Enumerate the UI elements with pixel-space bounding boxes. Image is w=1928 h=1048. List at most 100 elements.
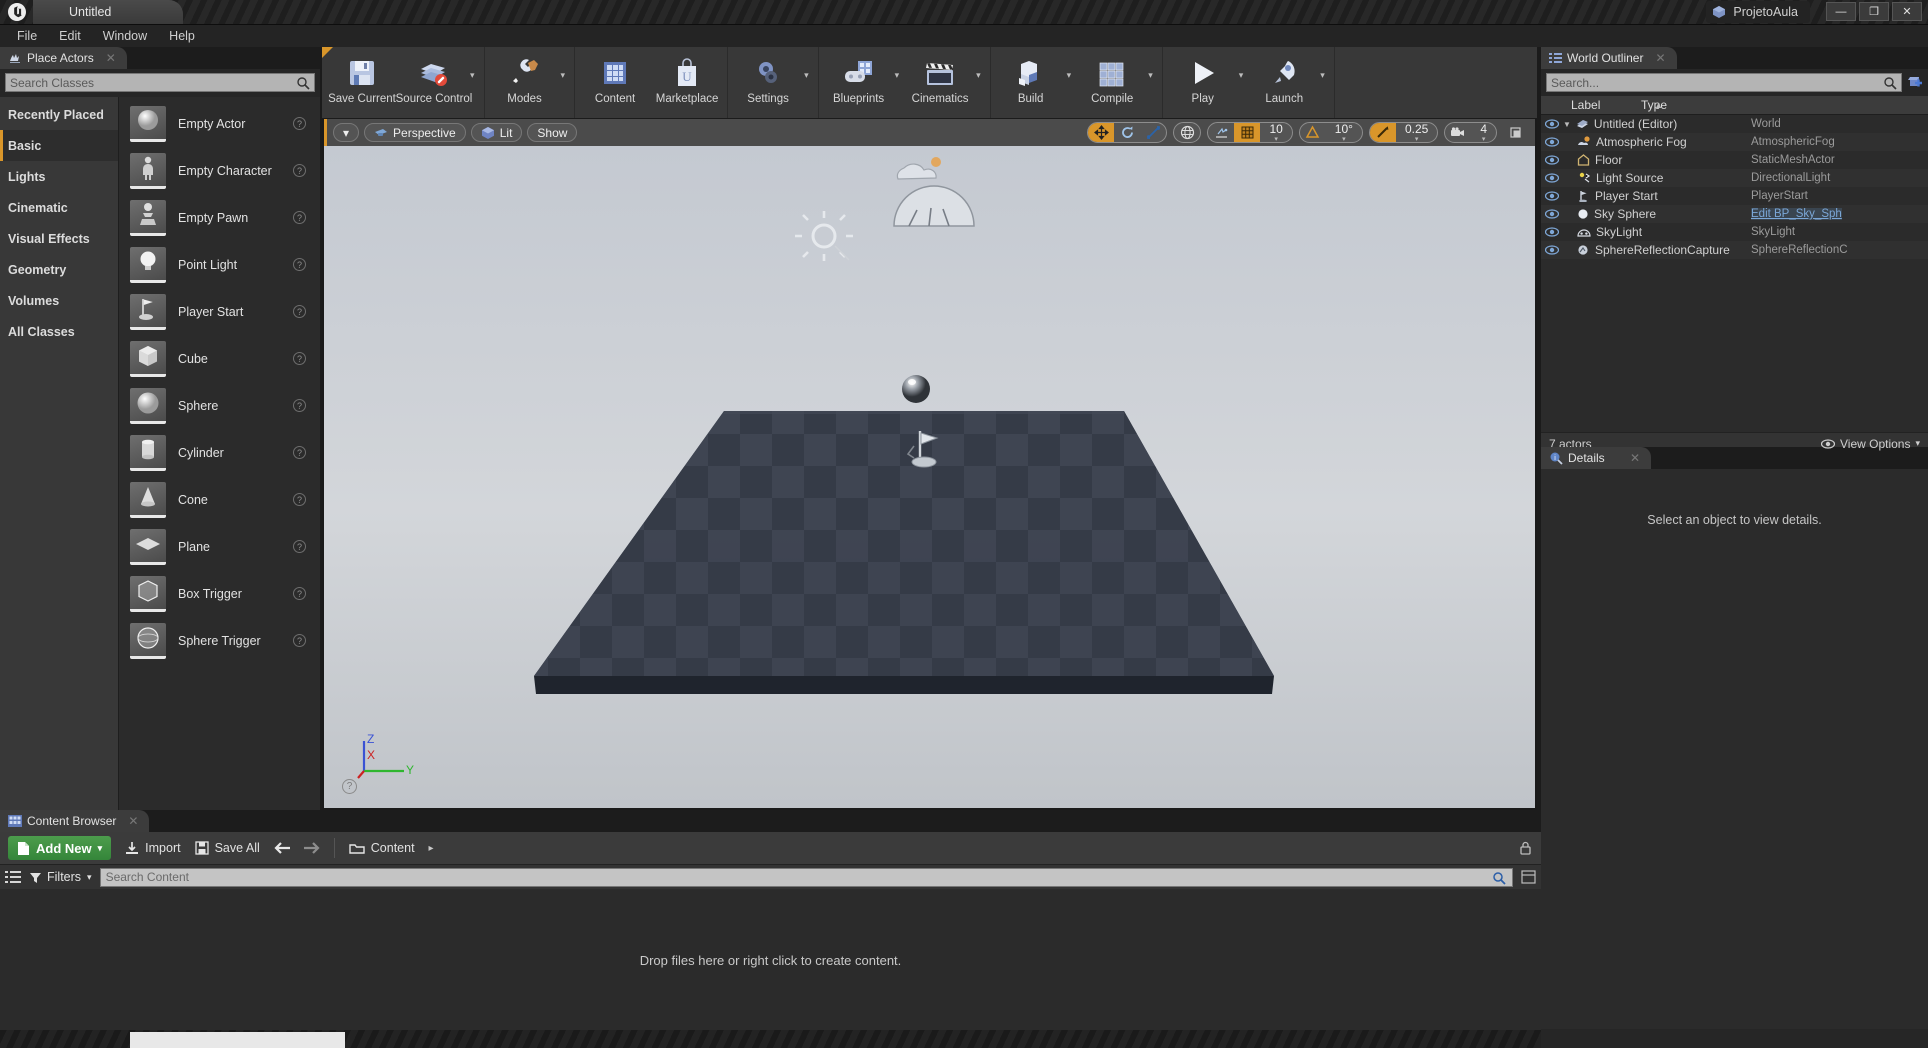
perspective-button[interactable]: Perspective: [364, 123, 466, 142]
lit-button[interactable]: Lit: [470, 123, 523, 142]
list-item[interactable]: Empty Actor ?: [119, 100, 320, 147]
category-volumes[interactable]: Volumes: [0, 285, 118, 316]
settings-button[interactable]: Settings: [732, 47, 804, 118]
eye-icon[interactable]: [1541, 245, 1563, 255]
chevron-right-icon[interactable]: ▸: [429, 843, 434, 854]
menu-edit[interactable]: Edit: [48, 27, 92, 45]
scale-icon[interactable]: [1140, 123, 1166, 142]
launch-caret-icon[interactable]: ▾: [1320, 47, 1330, 118]
content-button[interactable]: Content: [579, 47, 651, 118]
category-recently-placed[interactable]: Recently Placed: [0, 99, 118, 130]
modes-button[interactable]: Modes: [489, 47, 561, 118]
table-row[interactable]: ▼ Untitled (Editor) World: [1541, 115, 1928, 133]
view-settings-icon[interactable]: [1521, 870, 1536, 884]
eye-icon[interactable]: [1541, 137, 1563, 147]
viewport-menu-button[interactable]: ▾: [333, 123, 360, 142]
category-cinematic[interactable]: Cinematic: [0, 192, 118, 223]
search-content-input[interactable]: Search Content: [99, 867, 1513, 887]
list-item[interactable]: Player Start ?: [119, 288, 320, 335]
play-button[interactable]: Play: [1167, 47, 1239, 118]
minimize-button[interactable]: —: [1826, 2, 1856, 21]
filters-button[interactable]: Filters ▾: [30, 870, 92, 884]
category-all-classes[interactable]: All Classes: [0, 316, 118, 347]
modes-caret-icon[interactable]: ▾: [561, 47, 571, 118]
content-drop-area[interactable]: Drop files here or right click to create…: [0, 889, 1541, 1032]
eye-icon[interactable]: [1541, 227, 1563, 237]
tab-details[interactable]: i Details ✕: [1541, 447, 1651, 469]
close-button[interactable]: ✕: [1892, 2, 1922, 21]
table-row[interactable]: Player Start PlayerStart: [1541, 187, 1928, 205]
menu-help[interactable]: Help: [158, 27, 206, 45]
cinematics-button[interactable]: Cinematics: [904, 47, 976, 118]
list-item[interactable]: Plane ?: [119, 523, 320, 570]
3d-viewport[interactable]: Z Y X ?: [324, 146, 1535, 808]
build-caret-icon[interactable]: ▾: [1067, 47, 1077, 118]
angle-snap-icon[interactable]: [1300, 123, 1326, 142]
save-current-button[interactable]: Save Current: [326, 47, 398, 118]
category-lights[interactable]: Lights: [0, 161, 118, 192]
list-item[interactable]: Cone ?: [119, 476, 320, 523]
eye-icon[interactable]: [1541, 155, 1563, 165]
help-icon[interactable]: ?: [293, 587, 306, 600]
list-item[interactable]: Empty Character ?: [119, 147, 320, 194]
menu-window[interactable]: Window: [92, 27, 158, 45]
table-row[interactable]: SphereReflectionCapture SphereReflection…: [1541, 241, 1928, 259]
close-icon[interactable]: ✕: [1648, 51, 1672, 65]
help-icon[interactable]: ?: [293, 399, 306, 412]
grid-snap-icon[interactable]: [1234, 123, 1261, 142]
category-visual-effects[interactable]: Visual Effects: [0, 223, 118, 254]
menu-file[interactable]: File: [6, 27, 48, 45]
column-label[interactable]: Label ▲: [1541, 98, 1663, 112]
help-icon[interactable]: ?: [293, 493, 306, 506]
list-item[interactable]: Sphere Trigger ?: [119, 617, 320, 664]
outliner-search-input[interactable]: Search...: [1546, 73, 1902, 92]
maximize-viewport-icon[interactable]: [1503, 122, 1529, 143]
compile-button[interactable]: Compile: [1076, 47, 1148, 118]
category-basic[interactable]: Basic: [0, 130, 118, 161]
list-item[interactable]: Cube ?: [119, 335, 320, 382]
world-globe-icon[interactable]: [1174, 123, 1200, 142]
add-actor-icon[interactable]: [1906, 75, 1923, 90]
table-row[interactable]: Floor StaticMeshActor: [1541, 151, 1928, 169]
eye-icon[interactable]: [1541, 173, 1563, 183]
settings-caret-icon[interactable]: ▾: [804, 47, 814, 118]
table-row[interactable]: Light Source DirectionalLight: [1541, 169, 1928, 187]
tab-content-browser[interactable]: Content Browser ✕: [0, 810, 150, 832]
import-button[interactable]: Import: [125, 841, 181, 855]
close-icon[interactable]: ✕: [1623, 451, 1647, 465]
help-icon[interactable]: ?: [293, 305, 306, 318]
cinematics-caret-icon[interactable]: ▾: [976, 47, 986, 118]
eye-icon[interactable]: [1541, 191, 1563, 201]
maximize-button[interactable]: ❐: [1859, 2, 1889, 21]
eye-icon[interactable]: [1541, 119, 1563, 129]
compile-caret-icon[interactable]: ▾: [1148, 47, 1158, 118]
build-button[interactable]: Build: [995, 47, 1067, 118]
help-icon[interactable]: ?: [293, 117, 306, 130]
help-icon[interactable]: ?: [293, 634, 306, 647]
eye-icon[interactable]: [1541, 209, 1563, 219]
list-item[interactable]: Box Trigger ?: [119, 570, 320, 617]
add-new-button[interactable]: Add New ▾: [8, 836, 112, 860]
list-item[interactable]: Point Light ?: [119, 241, 320, 288]
list-item[interactable]: Empty Pawn ?: [119, 194, 320, 241]
blueprints-button[interactable]: Blueprints: [823, 47, 895, 118]
help-icon[interactable]: ?: [293, 164, 306, 177]
close-icon[interactable]: ✕: [99, 51, 123, 65]
close-icon[interactable]: ✕: [121, 814, 145, 828]
save-all-button[interactable]: Save All: [194, 841, 260, 855]
table-row[interactable]: SkyLight SkyLight: [1541, 223, 1928, 241]
table-row[interactable]: Atmospheric Fog AtmosphericFog: [1541, 133, 1928, 151]
list-item[interactable]: Cylinder ?: [119, 429, 320, 476]
lock-icon[interactable]: [1518, 841, 1533, 856]
tab-place-actors[interactable]: Place Actors ✕: [0, 47, 127, 69]
edit-blueprint-link[interactable]: Edit BP_Sky_Sph: [1751, 208, 1842, 220]
arrow-right-icon[interactable]: [302, 841, 320, 855]
source-control-caret-icon[interactable]: ▾: [470, 47, 480, 118]
column-type[interactable]: Type: [1641, 98, 1928, 112]
play-caret-icon[interactable]: ▾: [1239, 47, 1249, 118]
scale-snap-value[interactable]: 0.25 ▾: [1396, 123, 1437, 142]
list-item[interactable]: Sphere ?: [119, 382, 320, 429]
tab-world-outliner[interactable]: World Outliner ✕: [1541, 47, 1677, 69]
breadcrumb[interactable]: Content ▸: [349, 841, 434, 855]
outliner-view-options-button[interactable]: View Options ▾: [1820, 437, 1920, 451]
